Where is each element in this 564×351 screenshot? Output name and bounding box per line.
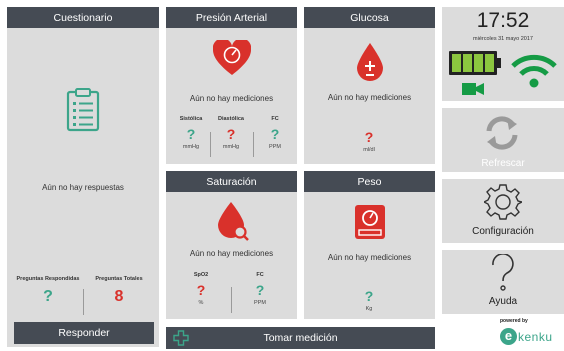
presion-panel[interactable]: Presión Arterial Aún no hay mediciones S… bbox=[166, 7, 297, 164]
stat-respondidas-value: ? bbox=[43, 288, 53, 305]
stat-totales-value: 8 bbox=[114, 288, 124, 305]
saturacion-fc-value: ? bbox=[255, 282, 265, 298]
clock-date: miércoles 31 mayo 2017 bbox=[473, 36, 533, 42]
saturacion-spo2-unit: % bbox=[198, 300, 204, 306]
peso-value: ? bbox=[364, 288, 374, 304]
presion-fc-unit: PPM bbox=[269, 144, 281, 150]
configuracion-label: Configuración bbox=[472, 226, 534, 237]
stat-totales-label: Preguntas Totales bbox=[95, 276, 143, 282]
saturacion-fc: FC ? PPM bbox=[237, 272, 283, 306]
presion-diastolica-value: ? bbox=[226, 126, 236, 142]
gear-icon bbox=[484, 184, 522, 220]
presion-message: Aún no hay mediciones bbox=[189, 94, 274, 103]
saturacion-fc-unit: PPM bbox=[254, 300, 266, 306]
clock-time: 17:52 bbox=[476, 9, 530, 32]
wifi-icon bbox=[511, 54, 557, 88]
glucosa-title: Glucosa bbox=[304, 7, 435, 28]
peso-title: Peso bbox=[304, 171, 435, 192]
presion-diastolica-unit: mmHg bbox=[222, 144, 240, 150]
responder-button[interactable]: Responder bbox=[14, 322, 154, 344]
brand-logo: powered by e kenku bbox=[500, 318, 564, 351]
saturation-drop-icon bbox=[218, 202, 249, 241]
battery-cell bbox=[485, 54, 494, 72]
presion-fc-value: ? bbox=[270, 126, 280, 142]
glucosa-panel[interactable]: Glucosa Aún no hay mediciones ? ml/dl bbox=[304, 7, 435, 164]
stat-respondidas: Preguntas Respondidas ? bbox=[10, 276, 86, 305]
peso-reading: ? Kg bbox=[346, 284, 392, 312]
refrescar-label: Refrescar bbox=[481, 158, 525, 169]
scale-icon bbox=[355, 205, 385, 239]
blood-drop-icon bbox=[357, 43, 383, 81]
peso-unit: Kg bbox=[365, 306, 373, 312]
video-camera-icon bbox=[462, 83, 484, 95]
presion-fc: FC ? PPM bbox=[252, 116, 298, 150]
peso-message: Aún no hay mediciones bbox=[327, 253, 412, 262]
presion-diastolica: Diastólica ? mmHg bbox=[208, 116, 254, 150]
saturacion-spo2: SpO2 ? % bbox=[178, 272, 224, 306]
presion-title: Presión Arterial bbox=[166, 7, 297, 28]
battery-cell bbox=[463, 54, 472, 72]
cuestionario-message: Aún no hay respuestas bbox=[42, 183, 124, 192]
cuestionario-title: Cuestionario bbox=[7, 7, 159, 28]
clipboard-icon bbox=[66, 88, 100, 132]
cuestionario-panel: Cuestionario Aún no hay respuestas Pregu… bbox=[7, 7, 159, 347]
battery-icon bbox=[449, 51, 501, 75]
tomar-medicion-label: Tomar medición bbox=[263, 332, 338, 344]
glucosa-reading: ? ml/dl bbox=[346, 125, 392, 153]
ayuda-button[interactable]: Ayuda bbox=[442, 250, 564, 314]
glucosa-message: Aún no hay mediciones bbox=[327, 93, 412, 102]
glucosa-value: ? bbox=[364, 129, 374, 145]
status-panel: 17:52 miércoles 31 mayo 2017 bbox=[442, 7, 564, 101]
plus-icon bbox=[173, 330, 189, 346]
saturacion-spo2-label: SpO2 bbox=[193, 272, 209, 278]
stat-divider bbox=[83, 289, 84, 315]
brand-name: kenku bbox=[518, 330, 553, 344]
powered-by-text: powered by bbox=[500, 318, 528, 324]
tomar-medicion-button[interactable]: Tomar medición bbox=[166, 327, 435, 349]
configuracion-button[interactable]: Configuración bbox=[442, 179, 564, 243]
heart-monitor-icon bbox=[213, 40, 251, 75]
refresh-icon bbox=[486, 116, 518, 150]
question-icon bbox=[492, 254, 514, 291]
saturacion-title: Saturación bbox=[166, 171, 297, 192]
stat-totales: Preguntas Totales 8 bbox=[85, 276, 153, 305]
saturacion-fc-label: FC bbox=[256, 272, 264, 278]
saturacion-spo2-value: ? bbox=[196, 282, 206, 298]
stat-respondidas-label: Preguntas Respondidas bbox=[16, 276, 80, 282]
refrescar-button[interactable]: Refrescar bbox=[442, 108, 564, 172]
saturacion-panel[interactable]: Saturación Aún no hay mediciones SpO2 ? … bbox=[166, 171, 297, 319]
brand-e-mark: e bbox=[500, 328, 517, 345]
battery-cell bbox=[452, 54, 461, 72]
peso-panel[interactable]: Peso Aún no hay mediciones ? Kg bbox=[304, 171, 435, 319]
saturacion-message: Aún no hay mediciones bbox=[189, 249, 274, 258]
presion-diastolica-label: Diastólica bbox=[218, 116, 244, 122]
presion-fc-label: FC bbox=[271, 116, 279, 122]
battery-cell bbox=[474, 54, 483, 72]
glucosa-unit: ml/dl bbox=[363, 147, 375, 153]
saturacion-divider bbox=[231, 287, 232, 313]
ayuda-label: Ayuda bbox=[488, 296, 518, 307]
